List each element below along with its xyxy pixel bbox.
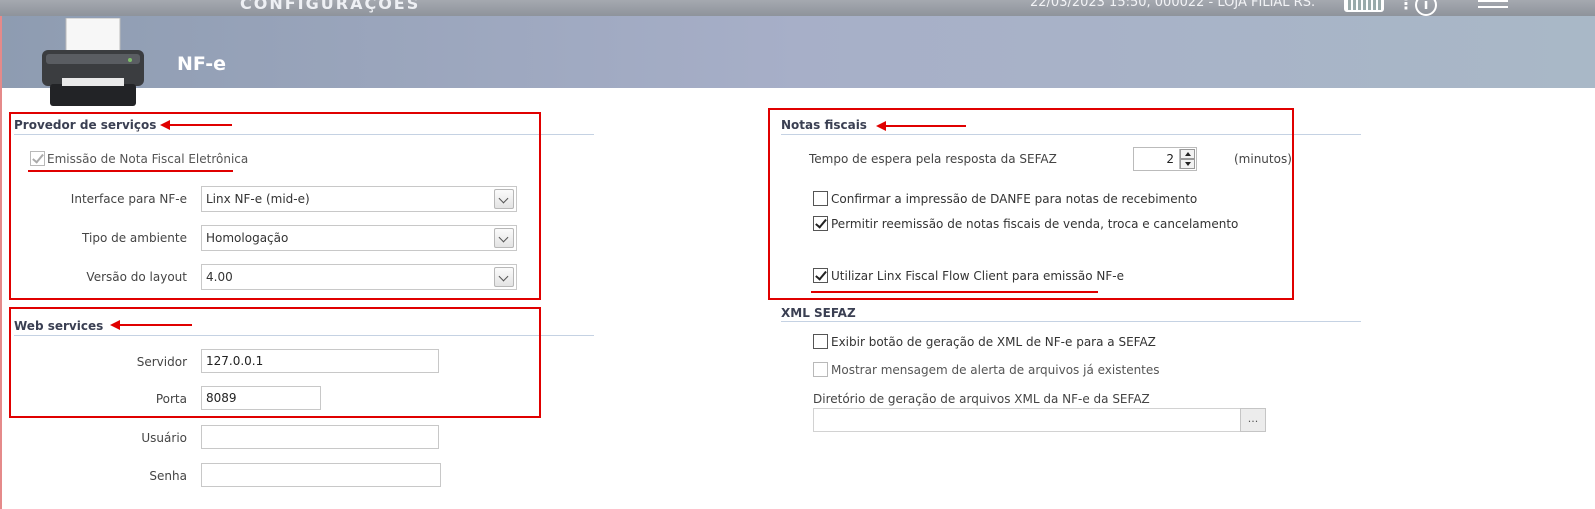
annotation-box-notas-fiscais [768, 108, 1294, 300]
annotation-arrow-provedor [160, 120, 232, 130]
more-vertical-icon[interactable]: ⋮ [1398, 0, 1414, 13]
section-rule [781, 321, 1361, 322]
menu-icon[interactable] [1478, 0, 1508, 8]
session-status: 22/03/2023 15:50, 000022 - LOJA FILIAL R… [1030, 0, 1316, 10]
window-edge [0, 16, 2, 509]
exibir-botao-xml-label: Exibir botão de geração de XML de NF-e p… [831, 335, 1156, 349]
annotation-box-web-services [9, 307, 541, 418]
annotation-box-provedor [9, 112, 541, 300]
page-title: NF-e [177, 53, 227, 75]
diretorio-input[interactable] [813, 408, 1241, 432]
app-title: CONFIGURAÇÕES [240, 0, 421, 13]
info-icon[interactable]: i [1415, 0, 1437, 16]
page-header [0, 16, 1595, 88]
browse-directory-button[interactable]: ... [1240, 408, 1266, 432]
mostrar-alerta-label: Mostrar mensagem de alerta de arquivos j… [831, 363, 1160, 377]
diretorio-label: Diretório de geração de arquivos XML da … [813, 392, 1150, 406]
usuario-input[interactable] [201, 425, 439, 449]
section-title-xml-sefaz: XML SEFAZ [781, 306, 856, 320]
usuario-label: Usuário [141, 431, 187, 445]
senha-input[interactable] [201, 463, 441, 487]
annotation-underline-fiscal-flow [811, 291, 1098, 293]
annotation-arrow-notas-fiscais [876, 121, 966, 131]
printer-icon [42, 18, 144, 106]
keyboard-icon[interactable] [1344, 0, 1384, 12]
top-bar: CONFIGURAÇÕES 22/03/2023 15:50, 000022 -… [0, 0, 1595, 16]
annotation-underline-emissao [28, 170, 233, 172]
senha-label: Senha [149, 469, 187, 483]
mostrar-alerta-checkbox[interactable] [813, 362, 828, 377]
annotation-arrow-web-services [110, 320, 192, 330]
exibir-botao-xml-checkbox[interactable] [813, 334, 828, 349]
